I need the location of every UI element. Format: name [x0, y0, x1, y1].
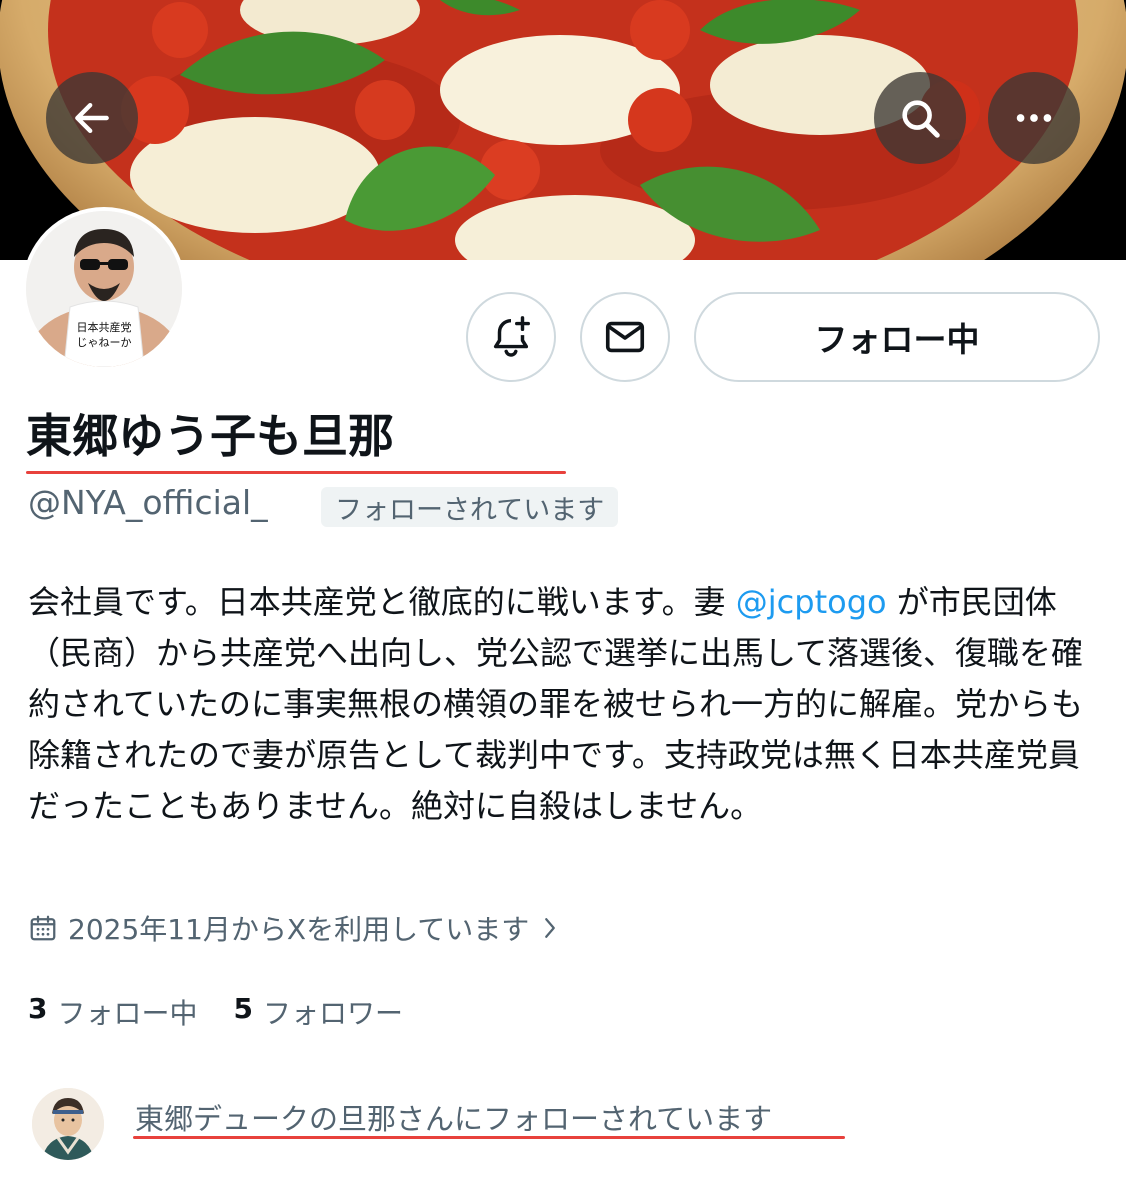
joined-date-row[interactable]: 2025年11月からXを利用しています	[28, 908, 561, 948]
annotation-underline	[26, 471, 566, 474]
calendar-icon	[28, 913, 58, 943]
more-button[interactable]	[988, 72, 1080, 164]
follows-you-badge: フォローされています	[321, 487, 619, 527]
chevron-right-icon	[539, 913, 561, 943]
followers-count: 5	[233, 992, 253, 1025]
search-icon	[902, 100, 940, 138]
envelope-icon	[605, 321, 645, 353]
message-button[interactable]	[580, 292, 670, 382]
followers-label: フォロワー	[262, 997, 403, 1030]
annotation-underline	[133, 1136, 845, 1139]
following-button[interactable]: フォロー中	[694, 292, 1100, 382]
more-horizontal-icon	[1016, 114, 1052, 122]
follow-stats: 3 フォロー中 5 フォロワー	[28, 992, 403, 1032]
back-button[interactable]	[46, 72, 138, 164]
avatar-image: 日本共産党 じゃねーか	[26, 211, 182, 367]
joined-date-text: 2025年11月からXを利用しています	[68, 913, 530, 946]
user-handle: @NYA_official_	[28, 483, 268, 522]
followed-by-avatar-image	[32, 1088, 104, 1160]
followed-by-avatar[interactable]	[30, 1086, 106, 1162]
followed-by-text[interactable]: 東郷デュークの旦那さんにフォローされています	[135, 1096, 772, 1138]
bio-mention-link[interactable]: @jcptogo	[736, 583, 887, 621]
following-label: フォロー中	[57, 997, 198, 1030]
arrow-left-icon	[75, 102, 109, 134]
display-name: 東郷ゆう子も旦那	[26, 409, 394, 463]
profile-banner[interactable]	[0, 0, 1126, 260]
followers-count-link[interactable]: 5 フォロワー	[234, 992, 404, 1032]
svg-text:じゃねーか: じゃねーか	[77, 336, 132, 349]
notifications-button[interactable]	[466, 292, 556, 382]
bell-plus-icon	[493, 316, 530, 357]
svg-text:日本共産党: 日本共産党	[77, 320, 132, 334]
bio-text: 会社員です。日本共産党と徹底的に戦います。妻	[28, 583, 736, 621]
following-count-link[interactable]: 3 フォロー中	[28, 992, 198, 1032]
profile-bio: 会社員です。日本共産党と徹底的に戦います。妻 @jcptogo が市民団体（民商…	[28, 577, 1098, 832]
profile-avatar[interactable]: 日本共産党 じゃねーか	[22, 207, 186, 371]
search-button[interactable]	[874, 72, 966, 164]
following-count: 3	[28, 992, 48, 1025]
